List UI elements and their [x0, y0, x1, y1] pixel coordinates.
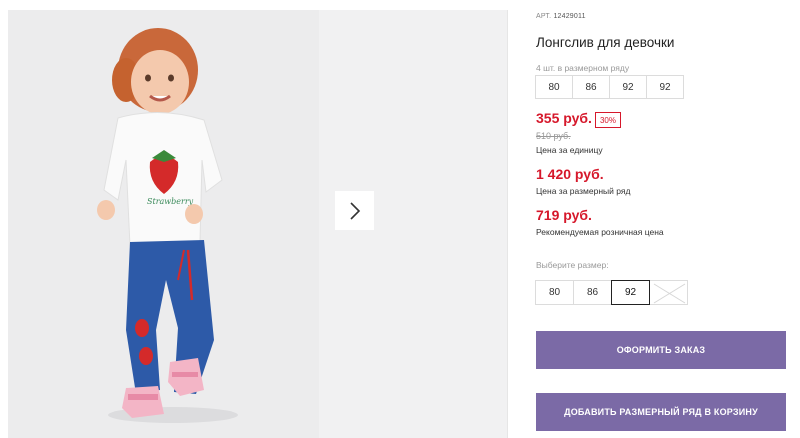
sku-prefix: АРТ. — [536, 13, 552, 20]
sku: АРТ. 12429011 — [536, 13, 586, 20]
size-selector: 80 86 92 — [535, 280, 688, 305]
add-to-cart-button[interactable]: ДОБАВИТЬ РАЗМЕРНЫЙ РЯД В КОРЗИНУ — [536, 393, 786, 431]
pack-size-cell: 86 — [572, 75, 610, 99]
product-title: Лонгслив для девочки — [536, 35, 675, 50]
size-option-unavailable — [649, 280, 688, 305]
pack-label: 4 шт. в размерном ряду — [536, 63, 630, 73]
unit-price-label: Цена за единицу — [536, 145, 603, 155]
unit-price: 355 руб. — [536, 110, 592, 126]
vertical-divider — [507, 10, 508, 438]
pack-price: 1 420 руб. — [536, 166, 604, 182]
pack-size-cell: 92 — [646, 75, 684, 99]
size-select-label: Выберите размер: — [536, 260, 609, 270]
product-photo-illustration: Strawberry — [8, 10, 319, 438]
product-photo[interactable]: Strawberry — [8, 10, 319, 438]
pack-size-cell: 92 — [609, 75, 647, 99]
pack-sizes: 80 86 92 92 — [535, 75, 684, 99]
size-option-92-selected[interactable]: 92 — [611, 280, 650, 305]
product-gallery: Strawberry — [8, 10, 507, 438]
sku-value: 12429011 — [553, 13, 586, 20]
chevron-right-icon — [349, 201, 360, 220]
retail-price-label: Рекомендуемая розничная цена — [536, 227, 664, 237]
svg-text:Strawberry: Strawberry — [147, 197, 194, 206]
size-option-80[interactable]: 80 — [535, 280, 574, 305]
discount-badge: 30% — [595, 112, 621, 128]
pack-price-label: Цена за размерный ряд — [536, 186, 631, 196]
order-button[interactable]: ОФОРМИТЬ ЗАКАЗ — [536, 331, 786, 369]
gallery-next-button[interactable] — [335, 191, 374, 230]
old-price: 510 руб. — [536, 131, 571, 141]
size-option-86[interactable]: 86 — [573, 280, 612, 305]
retail-price: 719 руб. — [536, 207, 592, 223]
pack-size-cell: 80 — [535, 75, 573, 99]
cross-out-icon — [653, 283, 686, 304]
